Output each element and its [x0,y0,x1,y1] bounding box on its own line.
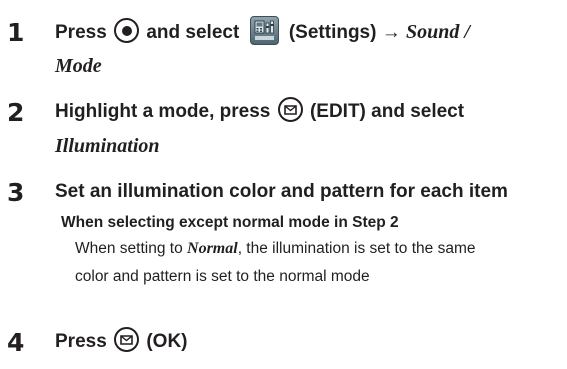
menu-normal: Normal [187,240,238,257]
step-3-note-line-2: color and pattern is set to the normal m… [75,268,370,285]
step-2-line-1: Highlight a mode, press (EDIT) and selec… [55,97,464,127]
step-4-line-1: Press (OK) [55,327,188,357]
menu-illumination: Illumination [55,135,160,157]
note-suffix: , the illumination is set to the same [237,240,476,257]
mail-key-icon [277,97,303,123]
highlight-text: Highlight a mode, press [55,101,271,122]
ok-text: (OK) [146,331,188,352]
step-2-line-2: Illumination [55,131,160,162]
mail-key-icon [114,327,140,353]
step-3-note-line-1: When setting to Normal, the illumination… [75,235,475,263]
step-number: 4 [7,328,25,357]
center-key-icon [114,18,140,44]
step-1-line-1: Press and select (Settings) → Sound / [55,16,470,48]
settings-app-icon [249,16,279,46]
settings-label: (Settings) [288,22,377,43]
arrow: → [381,22,401,43]
step-3-text: Set an illumination color and pattern fo… [55,181,508,202]
step-number: 1 [7,18,25,47]
press-text: Press [55,22,107,43]
step-3-line-1: Set an illumination color and pattern fo… [55,177,508,207]
menu-sound: Sound / [406,21,470,43]
menu-mode: Mode [55,55,102,77]
step-3-subheading: When selecting except normal mode in Ste… [61,214,399,231]
note-prefix: When setting to [75,240,183,257]
press-text: Press [55,331,107,352]
step-1-line-2: Mode [55,51,102,82]
edit-text: (EDIT) and select [309,101,465,122]
and-select-text: and select [146,22,240,43]
step-number: 2 [7,98,25,127]
step-number: 3 [7,178,25,207]
